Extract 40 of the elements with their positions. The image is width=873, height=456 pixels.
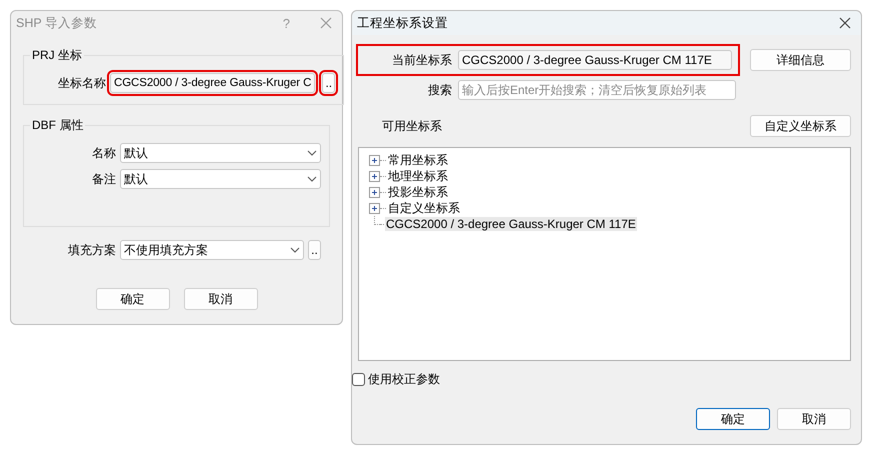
browse-button[interactable]: .. [322,73,336,93]
dropdown[interactable]: 默认 [120,169,321,189]
field-label: 名称 [91,144,116,162]
field-label: 当前坐标系 [391,52,452,68]
close-icon[interactable] [839,17,851,29]
tree-item[interactable]: 投影坐标系 [387,184,449,200]
current-system-field[interactable]: CGCS2000 / 3-degree Gauss-Kruger CM 117E [458,50,732,70]
chevron-down-icon [307,176,317,182]
group-title: PRJ 坐标 [31,47,84,64]
section-label: 可用坐标系 [382,118,442,134]
field-label: 搜索 [427,82,452,98]
chevron-down-icon [290,247,300,253]
field-label: 备注 [91,170,116,188]
cancel-button[interactable]: 取消 [777,408,851,430]
expand-icon[interactable] [369,170,380,182]
cancel-button[interactable]: 取消 [184,288,258,310]
group-title: DBF 属性 [31,117,84,134]
field-label: 填充方案 [67,242,116,258]
chevron-down-icon [307,150,317,156]
tree-item[interactable]: CGCS2000 / 3-degree Gauss-Kruger CM 117E [385,217,637,231]
custom-system-button[interactable]: 自定义坐标系 [750,115,851,137]
ok-button[interactable]: 确定 [96,288,170,310]
browse-button[interactable]: .. [308,240,321,260]
search-field[interactable]: 输入后按Enter开始搜索；清空后恢复原始列表 [458,80,736,100]
expand-icon[interactable] [369,202,380,214]
tree-item[interactable]: 自定义坐标系 [387,200,461,216]
expand-icon[interactable] [369,154,380,166]
field-label: 坐标名称 [57,74,106,92]
dropdown[interactable]: 不使用填充方案 [120,240,304,260]
checkbox[interactable] [352,373,365,386]
details-button[interactable]: 详细信息 [750,49,851,71]
coordinate-name-field[interactable]: CGCS2000 / 3-degree Gauss-Kruger C [110,73,316,93]
window-title: SHP 导入参数 [16,14,98,32]
ok-button[interactable]: 确定 [696,408,770,430]
checkbox-label: 使用校正参数 [368,371,440,388]
tree-item[interactable]: 常用坐标系 [387,152,449,168]
expand-icon[interactable] [369,186,380,198]
tree-item[interactable]: 地理坐标系 [387,168,449,184]
window-title: 工程坐标系设置 [357,14,449,32]
dropdown[interactable]: 默认 [120,143,321,163]
